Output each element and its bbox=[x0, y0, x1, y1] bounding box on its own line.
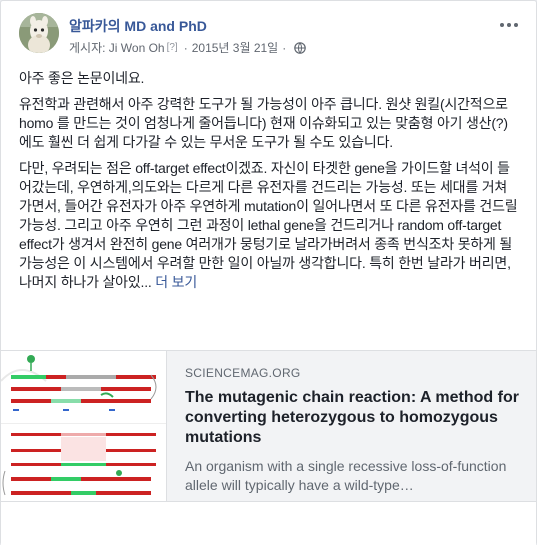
post-date[interactable]: 2015년 3월 21일 bbox=[192, 39, 279, 56]
post-footer bbox=[1, 503, 536, 545]
mutagenic-chain-diagram-icon bbox=[1, 351, 166, 501]
link-title[interactable]: The mutagenic chain reaction: A method f… bbox=[185, 388, 525, 448]
meta-separator: · bbox=[183, 40, 188, 55]
avatar[interactable] bbox=[19, 13, 59, 53]
posted-by[interactable]: 게시자: Ji Won Oh bbox=[69, 39, 165, 56]
paragraph-1: 아주 좋은 논문이네요. bbox=[19, 70, 145, 86]
post-meta: 게시자: Ji Won Oh [?] · 2015년 3월 21일 · bbox=[69, 39, 307, 56]
link-domain: SCIENCEMAG.ORG bbox=[185, 366, 301, 380]
post-body: 아주 좋은 논문이네요. 유전학과 관련해서 아주 강력한 도구가 될 가능성이… bbox=[19, 69, 519, 299]
globe-icon[interactable] bbox=[294, 41, 307, 54]
meta-separator-2: · bbox=[282, 40, 287, 55]
paragraph-3-text: 다만, 우려되는 점은 off-target effect이겠죠. 자신이 타겟… bbox=[19, 160, 518, 290]
page-name-link[interactable]: 알파카의 MD and PhD bbox=[69, 16, 207, 36]
alpaca-avatar-icon bbox=[19, 13, 59, 53]
link-info[interactable]: SCIENCEMAG.ORG The mutagenic chain react… bbox=[185, 366, 525, 495]
paragraph-2: 유전학과 관련해서 아주 강력한 도구가 될 가능성이 아주 큽니다. 원샷 원… bbox=[19, 96, 508, 150]
more-icon[interactable] bbox=[499, 17, 519, 33]
post-card: 알파카의 MD and PhD 게시자: Ji Won Oh [?] · 201… bbox=[0, 0, 537, 545]
link-preview[interactable]: SCIENCEMAG.ORG The mutagenic chain react… bbox=[1, 350, 536, 502]
paragraph-3: 다만, 우려되는 점은 off-target effect이겠죠. 자신이 타겟… bbox=[19, 159, 519, 292]
post-header: 알파카의 MD and PhD 게시자: Ji Won Oh [?] · 201… bbox=[19, 13, 519, 57]
help-marker[interactable]: [?] bbox=[167, 42, 178, 53]
link-description: An organism with a single recessive loss… bbox=[185, 458, 507, 493]
see-more-link[interactable]: 더 보기 bbox=[155, 274, 197, 290]
link-thumbnail[interactable] bbox=[1, 351, 167, 501]
